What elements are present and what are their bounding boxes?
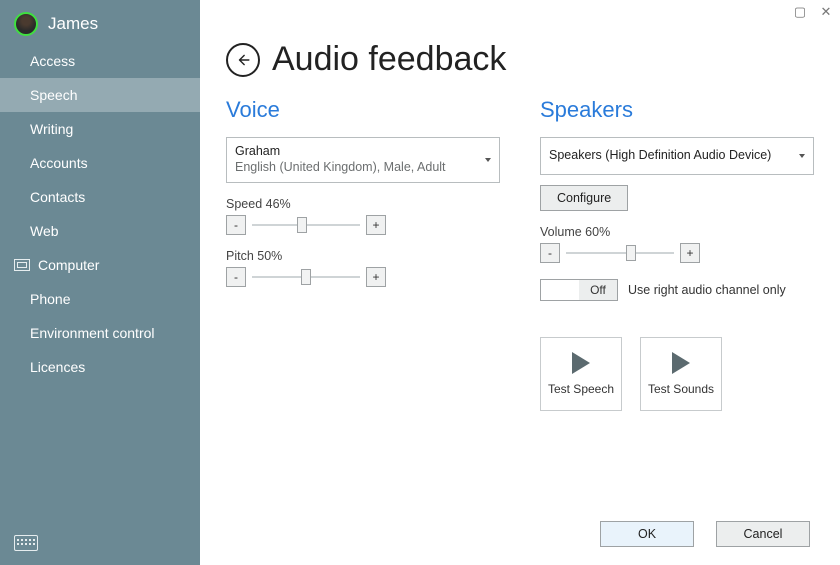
speakers-heading: Speakers <box>540 97 814 123</box>
sidebar-item-writing[interactable]: Writing <box>0 112 200 146</box>
chevron-down-icon <box>799 154 805 158</box>
sidebar-item-environment-control[interactable]: Environment control <box>0 316 200 350</box>
volume-plus-button[interactable]: + <box>680 243 700 263</box>
test-sounds-button[interactable]: Test Sounds <box>640 337 722 411</box>
speakers-section: Speakers Speakers (High Definition Audio… <box>540 97 814 411</box>
speaker-device-name: Speakers (High Definition Audio Device) <box>549 148 791 164</box>
volume-track[interactable] <box>566 243 674 263</box>
speaker-device-select[interactable]: Speakers (High Definition Audio Device) <box>540 137 814 175</box>
sidebar-item-accounts[interactable]: Accounts <box>0 146 200 180</box>
voice-name: Graham <box>235 144 477 158</box>
pitch-track[interactable] <box>252 267 360 287</box>
maximize-icon[interactable]: ▢ <box>792 4 808 20</box>
monitor-icon <box>14 259 30 271</box>
test-sounds-label: Test Sounds <box>648 382 714 396</box>
sidebar-item-access[interactable]: Access <box>0 44 200 78</box>
play-icon <box>672 352 690 374</box>
test-speech-button[interactable]: Test Speech <box>540 337 622 411</box>
sidebar-item-phone[interactable]: Phone <box>0 282 200 316</box>
sidebar: James Access Speech Writing Accounts Con… <box>0 0 200 565</box>
voice-section: Voice Graham English (United Kingdom), M… <box>226 97 500 411</box>
speed-slider: - + <box>226 215 500 235</box>
dialog-footer: OK Cancel <box>226 521 814 547</box>
back-arrow-icon <box>236 53 250 67</box>
cancel-button[interactable]: Cancel <box>716 521 810 547</box>
ok-button[interactable]: OK <box>600 521 694 547</box>
toggle-knob <box>541 280 579 300</box>
sidebar-item-label: Computer <box>38 257 99 273</box>
pitch-label: Pitch 50% <box>226 249 500 263</box>
user-name: James <box>48 14 98 34</box>
voice-select[interactable]: Graham English (United Kingdom), Male, A… <box>226 137 500 183</box>
volume-label: Volume 60% <box>540 225 814 239</box>
keyboard-icon[interactable] <box>14 535 38 551</box>
sidebar-item-speech[interactable]: Speech <box>0 78 200 112</box>
toggle-state-label: Off <box>579 280 617 300</box>
volume-minus-button[interactable]: - <box>540 243 560 263</box>
pitch-thumb[interactable] <box>301 269 311 285</box>
chevron-down-icon <box>485 158 491 162</box>
voice-description: English (United Kingdom), Male, Adult <box>235 160 477 176</box>
close-icon[interactable]: ✕ <box>818 4 834 20</box>
volume-slider: - + <box>540 243 814 263</box>
sidebar-item-contacts[interactable]: Contacts <box>0 180 200 214</box>
page-title: Audio feedback <box>272 40 506 79</box>
back-button[interactable] <box>226 43 260 77</box>
avatar <box>14 12 38 36</box>
volume-thumb[interactable] <box>626 245 636 261</box>
pitch-plus-button[interactable]: + <box>366 267 386 287</box>
sidebar-user: James <box>0 0 200 44</box>
speed-plus-button[interactable]: + <box>366 215 386 235</box>
speed-thumb[interactable] <box>297 217 307 233</box>
right-channel-toggle[interactable]: Off <box>540 279 618 301</box>
speed-track[interactable] <box>252 215 360 235</box>
test-speech-label: Test Speech <box>548 382 614 396</box>
voice-heading: Voice <box>226 97 500 123</box>
play-icon <box>572 352 590 374</box>
configure-button[interactable]: Configure <box>540 185 628 211</box>
right-channel-text: Use right audio channel only <box>628 283 786 297</box>
main-content: Audio feedback Voice Graham English (Uni… <box>200 0 840 565</box>
sidebar-item-licences[interactable]: Licences <box>0 350 200 384</box>
page-header: Audio feedback <box>226 40 814 79</box>
sidebar-item-computer[interactable]: Computer <box>0 248 200 282</box>
pitch-slider: - + <box>226 267 500 287</box>
sidebar-item-web[interactable]: Web <box>0 214 200 248</box>
pitch-minus-button[interactable]: - <box>226 267 246 287</box>
speed-minus-button[interactable]: - <box>226 215 246 235</box>
speed-label: Speed 46% <box>226 197 500 211</box>
